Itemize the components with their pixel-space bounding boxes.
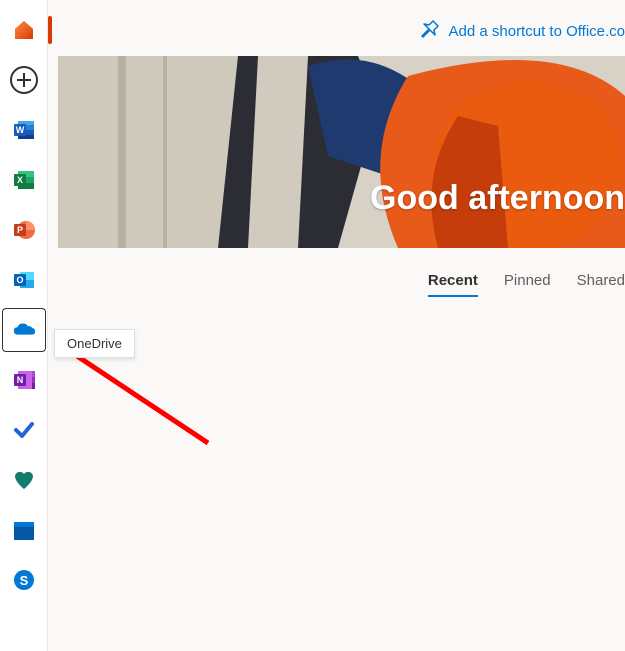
sidebar-item-todo[interactable] (2, 408, 46, 452)
sidebar-item-excel[interactable]: X (2, 158, 46, 202)
app-sidebar: W X P O N (0, 0, 48, 651)
svg-text:S: S (19, 573, 28, 588)
sidebar-item-calendar[interactable] (2, 508, 46, 552)
svg-text:O: O (16, 275, 23, 285)
outlook-icon: O (12, 268, 36, 292)
tab-recent[interactable]: Recent (428, 272, 478, 297)
word-icon: W (12, 118, 36, 142)
tooltip-text: OneDrive (67, 336, 122, 351)
greeting-text: Good afternoon (370, 179, 625, 218)
sidebar-item-onenote[interactable]: N (2, 358, 46, 402)
main-content: Add a shortcut to Office.co Good afterno… (48, 0, 625, 651)
onedrive-tooltip: OneDrive (54, 329, 135, 358)
hero-artwork (58, 56, 625, 248)
todo-icon (12, 418, 36, 442)
sidebar-item-word[interactable]: W (2, 108, 46, 152)
sidebar-item-powerpoint[interactable]: P (2, 208, 46, 252)
onenote-icon: N (12, 368, 36, 392)
sidebar-item-skype[interactable]: S (2, 558, 46, 602)
skype-icon: S (12, 568, 36, 592)
pin-icon (419, 18, 441, 44)
content-tabs: Recent Pinned Shared (428, 272, 625, 297)
svg-text:W: W (15, 125, 24, 135)
svg-text:N: N (16, 375, 23, 385)
hero-banner: Good afternoon (58, 56, 625, 248)
shortcut-label: Add a shortcut to Office.co (449, 23, 625, 40)
heart-icon (12, 468, 36, 492)
onedrive-icon (12, 318, 36, 342)
calendar-icon (12, 518, 36, 542)
sidebar-item-onedrive[interactable] (2, 308, 46, 352)
tab-shared[interactable]: Shared (577, 272, 625, 297)
svg-text:P: P (16, 225, 22, 235)
tab-pinned[interactable]: Pinned (504, 272, 551, 297)
sidebar-item-outlook[interactable]: O (2, 258, 46, 302)
excel-icon: X (12, 168, 36, 192)
powerpoint-icon: P (12, 218, 36, 242)
sidebar-item-family[interactable] (2, 458, 46, 502)
sidebar-item-home[interactable] (2, 8, 46, 52)
plus-circle-icon (10, 66, 38, 94)
sidebar-item-create[interactable] (2, 58, 46, 102)
add-shortcut-link[interactable]: Add a shortcut to Office.co (419, 18, 625, 44)
svg-text:X: X (16, 175, 22, 185)
home-icon (12, 18, 36, 42)
